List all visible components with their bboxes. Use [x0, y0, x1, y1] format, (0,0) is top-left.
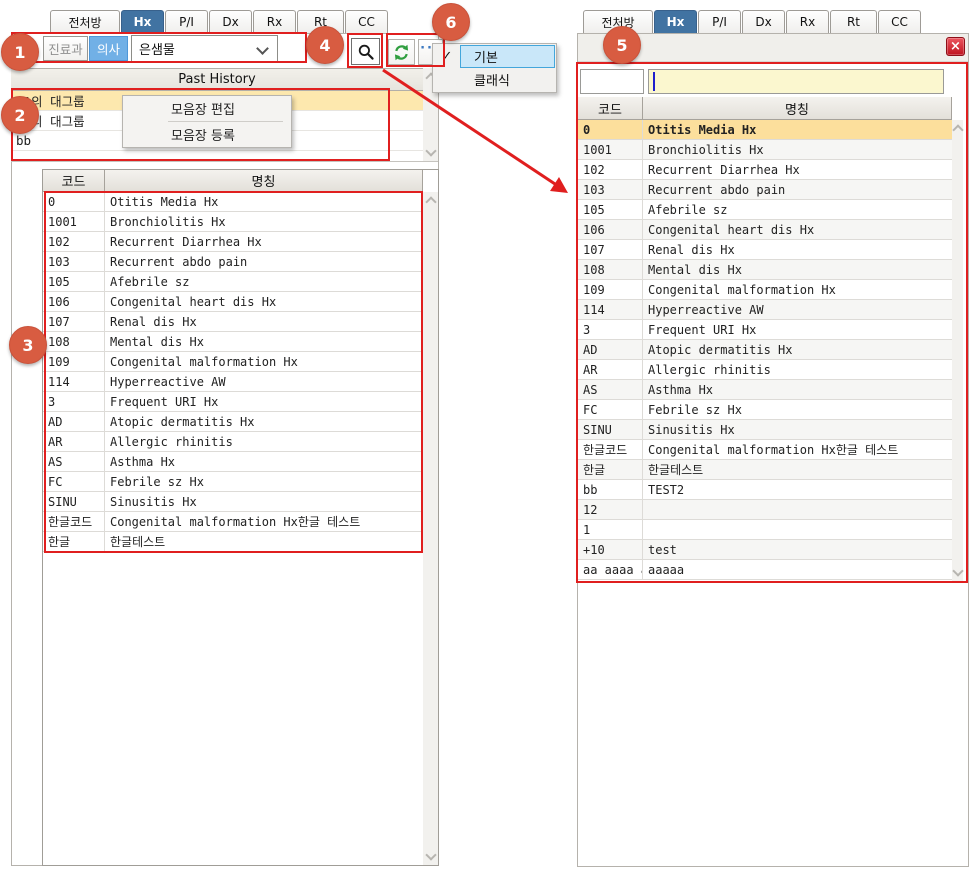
annotation-box-5 — [576, 62, 968, 583]
scroll-down-icon[interactable] — [425, 145, 436, 156]
column-header-name[interactable]: 명칭 — [105, 170, 423, 192]
annotation-callout-5: 5 — [603, 26, 641, 64]
annotation-box-4 — [347, 33, 383, 68]
tab[interactable]: Dx — [209, 10, 252, 33]
tab-label: Rx — [267, 15, 282, 29]
menu-item-label: 기본 — [460, 45, 555, 68]
annotation-box-6 — [386, 33, 445, 67]
tab-label: Dx — [222, 15, 238, 29]
tab[interactable]: CC — [345, 10, 388, 33]
tab-label: CC — [358, 15, 375, 29]
tab-label: 전처방 — [68, 14, 101, 31]
tab-label: Rx — [800, 15, 815, 29]
annotation-box-2 — [11, 88, 390, 161]
tab-label: Hx — [667, 15, 685, 29]
close-button[interactable]: × — [946, 37, 965, 56]
tab[interactable]: Hx — [121, 10, 164, 33]
tab[interactable]: Dx — [742, 10, 785, 33]
tab-label: Dx — [755, 15, 771, 29]
tab-label: Rt — [847, 15, 860, 29]
tab-label: CC — [891, 15, 908, 29]
view-mode-menu: ✓ 기본 ✓ 클래식 — [432, 43, 557, 93]
view-mode-menu-item[interactable]: ✓ 기본 — [434, 45, 555, 68]
tab[interactable]: 전처방 — [50, 10, 120, 33]
annotation-callout-6: 6 — [432, 3, 470, 41]
tab-label: P/I — [179, 15, 194, 29]
left-table-header: 코드 명칭 — [43, 170, 423, 192]
tab[interactable]: Hx — [654, 10, 697, 33]
annotation-callout-2: 2 — [1, 96, 39, 134]
tab[interactable]: Rx — [786, 10, 829, 33]
annotation-callout-1: 1 — [1, 33, 39, 71]
left-table-scrollbar[interactable] — [423, 192, 438, 865]
menu-item-label: 클래식 — [460, 68, 555, 91]
tab[interactable]: Rx — [253, 10, 296, 33]
annotation-callout-3: 3 — [9, 326, 47, 364]
tab-label: Hx — [134, 15, 152, 29]
tab[interactable]: CC — [878, 10, 921, 33]
annotation-callout-4: 4 — [306, 26, 344, 64]
annotation-box-3 — [44, 191, 423, 553]
tab-label: P/I — [712, 15, 727, 29]
scroll-down-icon[interactable] — [425, 849, 436, 860]
column-header-code[interactable]: 코드 — [43, 170, 105, 192]
left-tabbar: 전처방HxP/IDxRxRtCC — [50, 10, 389, 33]
tab[interactable]: Rt — [830, 10, 877, 33]
tab[interactable]: P/I — [165, 10, 208, 33]
annotation-box-1 — [11, 32, 307, 63]
list-divider — [11, 161, 438, 162]
screen: 전처방HxP/IDxRxRtCC 진료과 의사 은샘물 ··· Past His… — [0, 0, 976, 871]
scroll-up-icon[interactable] — [425, 196, 436, 207]
close-icon: × — [950, 40, 961, 53]
tab[interactable]: P/I — [698, 10, 741, 33]
view-mode-menu-item[interactable]: ✓ 클래식 — [434, 68, 555, 91]
